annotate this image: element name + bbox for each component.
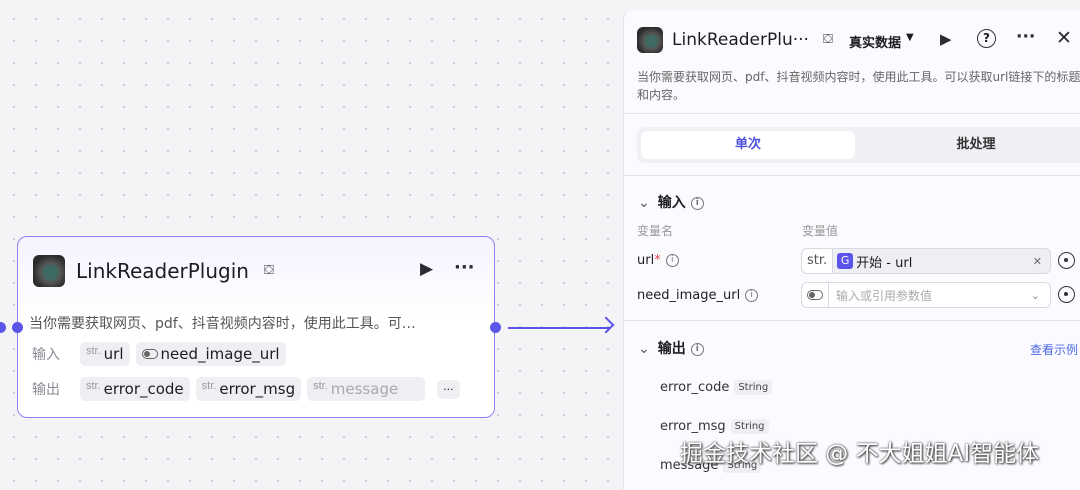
more-icon[interactable]: ··· [1016, 27, 1035, 47]
type-tag: str. [313, 380, 328, 392]
outputs-label: 输出 [32, 382, 60, 398]
input-section-title: 输入 [657, 195, 686, 211]
chevron-down-icon: ⌄ [638, 195, 650, 211]
panel-title: LinkReaderPlu··· [672, 30, 809, 50]
variable-reference-icon[interactable] [1058, 252, 1075, 269]
close-icon[interactable]: ✕ [1056, 27, 1072, 49]
boolean-toggle[interactable] [802, 283, 829, 307]
run-icon[interactable]: ▶ [940, 30, 952, 48]
info-icon: i [745, 289, 759, 302]
chevron-down-icon: ⌄ [638, 341, 650, 357]
plugin-node[interactable]: LinkReaderPlugin ⛋ ▶ ··· 当你需要获取网页、pdf、抖音… [17, 236, 495, 418]
data-mode-dropdown[interactable]: 真实数据 ▼ [849, 32, 914, 51]
type-tag: str. [802, 249, 834, 273]
output-item: error_code String [660, 380, 773, 395]
param-need-image-url-field[interactable]: 输入或引用参数值 ⌄ [801, 282, 1051, 308]
node-outputs-row: 输出 str. error_code str. error_msg str. mess… [32, 377, 460, 401]
plugin-avatar [33, 255, 65, 287]
divider [624, 113, 1080, 114]
info-icon: i [665, 254, 679, 267]
chevron-down-icon[interactable]: ⌄ [1031, 289, 1040, 302]
tab-batch[interactable]: 批处理 [869, 131, 1080, 159]
node-description: 当你需要获取网页、pdf、抖音视频内容时，使用此工具。可… [29, 316, 416, 332]
type-tag: str. [86, 380, 101, 392]
node-settings-panel: LinkReaderPlu··· ⛋ 真实数据 ▼ ▶ ? ··· ✕ 当你需要获… [623, 10, 1080, 490]
data-mode-label: 真实数据 [849, 36, 902, 51]
output-chip-message: str. message [307, 377, 426, 401]
arrowhead-icon [597, 316, 615, 334]
help-icon[interactable]: ? [977, 29, 996, 48]
param-placeholder: 输入或引用参数值 [836, 288, 933, 303]
node-output-port[interactable] [490, 322, 501, 333]
divider [624, 175, 1080, 176]
node-title: LinkReaderPlugin [76, 259, 249, 283]
param-name: need_image_url [637, 288, 741, 303]
input-port-left-edge[interactable] [0, 322, 6, 333]
variable-reference-icon[interactable] [1058, 286, 1075, 303]
input-chip-need-image-url: need_image_url [135, 342, 286, 366]
input-section-header[interactable]: ⌄ 输入 i [638, 192, 704, 212]
start-node-icon: G [837, 253, 854, 269]
param-url-label: url* i [637, 253, 679, 268]
divider [624, 320, 1080, 321]
param-need-image-url-label: need_image_url i [637, 288, 759, 303]
col-name-header: 变量名 [637, 224, 674, 238]
chip-label: error_code [103, 380, 184, 398]
chip-label: need_image_url [160, 345, 280, 363]
info-icon: i [690, 342, 704, 356]
type-badge: String [730, 419, 769, 434]
node-input-port[interactable] [12, 322, 23, 333]
type-tag: str. [201, 380, 217, 392]
col-value-header: 变量值 [802, 224, 839, 238]
caret-down-icon: ▼ [906, 32, 914, 43]
output-chip-error-code: str. error_code [80, 377, 190, 401]
more-icon[interactable]: ··· [454, 257, 475, 278]
chip-label: message [330, 380, 399, 398]
chip-label: url [103, 345, 124, 363]
chip-label: error_msg [219, 380, 296, 398]
plugin-store-icon: ⛋ [823, 32, 833, 47]
output-name: error_msg [660, 419, 726, 434]
mode-tabs: 单次 批处理 [637, 127, 1080, 163]
more-outputs-button[interactable]: ··· [437, 379, 460, 399]
panel-description: 当你需要获取网页、pdf、抖音视频内容时，使用此工具。可以获取url链接下的标题… [637, 70, 1080, 102]
boolean-toggle-icon [141, 349, 158, 359]
inputs-label: 输入 [32, 347, 60, 363]
plugin-avatar [637, 27, 663, 53]
node-inputs-row: 输入 str. url need_image_url [32, 342, 286, 366]
output-chip-error-msg: str. error_msg [195, 377, 302, 401]
param-name: url [637, 253, 655, 268]
run-icon[interactable]: ▶ [420, 259, 433, 279]
info-icon: i [690, 196, 704, 210]
clear-icon[interactable]: ✕ [1033, 255, 1042, 268]
input-chip-url: str. url [80, 342, 130, 366]
plugin-store-icon: ⛋ [264, 263, 274, 278]
output-item: error_msg String [660, 419, 769, 434]
view-example-link[interactable]: 查看示例 [1030, 341, 1078, 358]
type-tag: str. [86, 345, 101, 357]
type-badge: String [734, 380, 773, 395]
output-name: error_code [660, 380, 730, 395]
connection-edge[interactable] [508, 327, 610, 329]
output-section-header[interactable]: ⌄ 输出 i [638, 338, 704, 358]
output-section-title: 输出 [657, 341, 686, 357]
tab-single[interactable]: 单次 [641, 131, 855, 159]
param-reference-value: 开始 - url [856, 255, 913, 271]
toggle-icon [807, 290, 823, 300]
required-mark: * [654, 253, 661, 268]
watermark: 掘金技术社区 @ 不大姐姐AI智能体 [680, 441, 1040, 467]
param-url-field[interactable]: str. G 开始 - url ✕ [801, 248, 1051, 274]
